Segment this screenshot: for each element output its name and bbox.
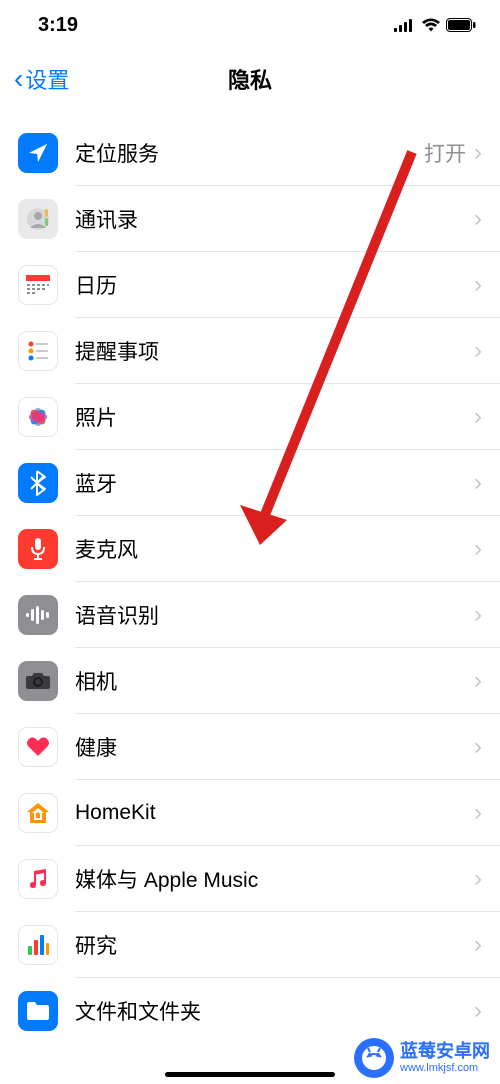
chevron-right-icon: › (474, 535, 482, 563)
chevron-right-icon: › (474, 997, 482, 1025)
row-label: 语音识别 (75, 600, 474, 630)
status-indicators (394, 18, 476, 32)
chevron-right-icon: › (474, 271, 482, 299)
row-label: 文件和文件夹 (75, 996, 474, 1026)
home-indicator[interactable] (165, 1072, 335, 1077)
battery-icon (446, 18, 476, 32)
chevron-left-icon: ‹ (14, 63, 23, 95)
row-value: 打开 (424, 138, 466, 168)
row-bluetooth[interactable]: 蓝牙 › (0, 450, 500, 516)
row-label: 日历 (75, 270, 474, 300)
row-label: 定位服务 (75, 138, 424, 168)
page-title: 隐私 (228, 63, 272, 95)
row-research[interactable]: 研究 › (0, 912, 500, 978)
chevron-right-icon: › (474, 799, 482, 827)
watermark: 蓝莓安卓网 www.lmkjsf.com (344, 1032, 500, 1084)
row-label: 健康 (75, 732, 474, 762)
row-reminders[interactable]: 提醒事项 › (0, 318, 500, 384)
row-label: 媒体与 Apple Music (75, 864, 474, 894)
row-label: 相机 (75, 666, 474, 696)
status-time: 3:19 (38, 14, 78, 37)
back-label: 设置 (25, 63, 69, 95)
location-icon (18, 133, 58, 173)
chevron-right-icon: › (474, 733, 482, 761)
calendar-icon (18, 265, 58, 305)
files-icon (18, 991, 58, 1031)
research-icon (18, 925, 58, 965)
row-microphone[interactable]: 麦克风 › (0, 516, 500, 582)
row-calendar[interactable]: 日历 › (0, 252, 500, 318)
row-media[interactable]: 媒体与 Apple Music › (0, 846, 500, 912)
row-label: HomeKit (75, 801, 474, 825)
row-contacts[interactable]: 通讯录 › (0, 186, 500, 252)
homekit-icon (18, 793, 58, 833)
row-location[interactable]: 定位服务 打开 › (0, 120, 500, 186)
reminders-icon (18, 331, 58, 371)
wifi-icon (421, 18, 441, 32)
row-photos[interactable]: 照片 › (0, 384, 500, 450)
chevron-right-icon: › (474, 601, 482, 629)
watermark-url: www.lmkjsf.com (400, 1062, 490, 1075)
watermark-title: 蓝莓安卓网 (400, 1041, 490, 1062)
speech-icon (18, 595, 58, 635)
bluetooth-icon (18, 463, 58, 503)
row-label: 研究 (75, 930, 474, 960)
row-label: 麦克风 (75, 534, 474, 564)
settings-list: 定位服务 打开 › 通讯录 › 日历 › 提醒事项 › 照片 › 蓝牙 (0, 120, 500, 1044)
row-homekit[interactable]: HomeKit › (0, 780, 500, 846)
health-icon (18, 727, 58, 767)
back-button[interactable]: ‹ 设置 (14, 63, 69, 95)
nav-header: ‹ 设置 隐私 (0, 50, 500, 108)
chevron-right-icon: › (474, 865, 482, 893)
row-label: 照片 (75, 402, 474, 432)
watermark-icon (354, 1038, 394, 1078)
signal-icon (394, 18, 416, 32)
chevron-right-icon: › (474, 403, 482, 431)
chevron-right-icon: › (474, 667, 482, 695)
chevron-right-icon: › (474, 205, 482, 233)
microphone-icon (18, 529, 58, 569)
chevron-right-icon: › (474, 139, 482, 167)
status-bar: 3:19 (0, 0, 500, 50)
row-speech[interactable]: 语音识别 › (0, 582, 500, 648)
photos-icon (18, 397, 58, 437)
media-icon (18, 859, 58, 899)
chevron-right-icon: › (474, 931, 482, 959)
row-label: 蓝牙 (75, 468, 474, 498)
row-camera[interactable]: 相机 › (0, 648, 500, 714)
row-label: 提醒事项 (75, 336, 474, 366)
row-label: 通讯录 (75, 204, 474, 234)
chevron-right-icon: › (474, 469, 482, 497)
row-health[interactable]: 健康 › (0, 714, 500, 780)
chevron-right-icon: › (474, 337, 482, 365)
camera-icon (18, 661, 58, 701)
contacts-icon (18, 199, 58, 239)
